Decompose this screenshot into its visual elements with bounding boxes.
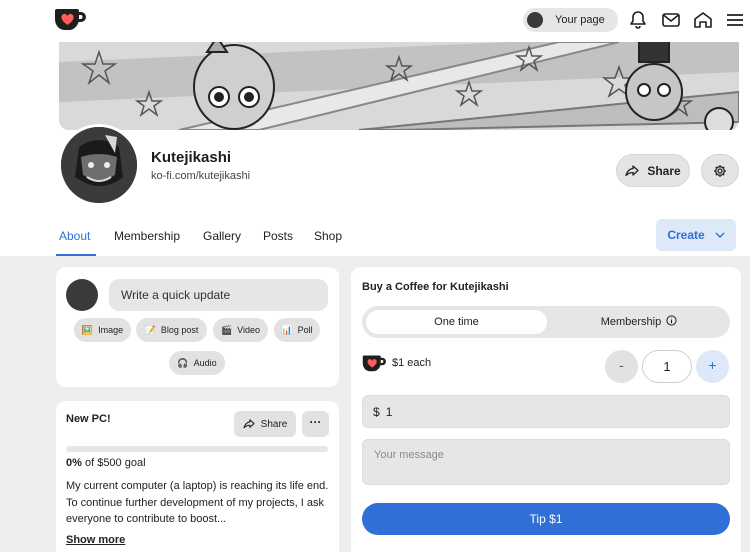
profile-url[interactable]: ko-fi.com/kutejikashi bbox=[151, 170, 250, 182]
chart-icon: 📊 bbox=[281, 324, 293, 335]
quantity-field[interactable]: 1 bbox=[642, 350, 692, 383]
chevron-down-icon bbox=[715, 232, 725, 238]
price-each-label: $1 each bbox=[392, 357, 432, 369]
goal-amount: 0% of $500 goal bbox=[66, 457, 146, 469]
buy-coffee-title: Buy a Coffee for Kutejikashi bbox=[362, 281, 509, 293]
menu-icon[interactable] bbox=[725, 10, 745, 30]
tab-posts[interactable]: Posts bbox=[263, 229, 293, 243]
audio-chip-button[interactable]: 🎧 Audio bbox=[169, 351, 225, 375]
image-chip-button[interactable]: 🖼️ Image bbox=[74, 318, 131, 342]
share-label: Share bbox=[260, 418, 288, 430]
share-icon bbox=[625, 164, 639, 176]
mail-icon[interactable] bbox=[661, 10, 681, 30]
currency-symbol: $ bbox=[373, 405, 380, 419]
coffee-cup-icon bbox=[362, 353, 386, 373]
more-options-button[interactable]: ··· bbox=[302, 411, 329, 437]
message-input[interactable]: Your message bbox=[362, 439, 730, 485]
chip-label: Poll bbox=[297, 325, 313, 335]
profile-name: Kutejikashi bbox=[151, 149, 232, 166]
video-chip-button[interactable]: 🎬 Video bbox=[213, 318, 268, 342]
settings-button[interactable] bbox=[701, 154, 739, 187]
chip-label: Video bbox=[237, 325, 261, 335]
tab-gallery[interactable]: Gallery bbox=[203, 229, 241, 243]
chip-label: Image bbox=[98, 325, 124, 335]
share-label: Share bbox=[647, 163, 681, 178]
amount-input[interactable]: $1 bbox=[362, 395, 730, 428]
share-icon bbox=[243, 419, 255, 429]
home-icon[interactable] bbox=[693, 10, 713, 30]
create-button[interactable]: Create bbox=[656, 219, 736, 251]
show-more-link[interactable]: Show more bbox=[66, 534, 125, 546]
membership-option[interactable]: Membership bbox=[552, 310, 726, 334]
info-icon[interactable] bbox=[666, 315, 677, 326]
your-page-label: Your page bbox=[555, 14, 605, 26]
one-time-option[interactable]: One time bbox=[366, 310, 547, 334]
increment-button[interactable]: + bbox=[696, 350, 729, 383]
tab-shop[interactable]: Shop bbox=[314, 229, 342, 243]
quick-update-input[interactable]: Write a quick update bbox=[109, 279, 328, 311]
create-label: Create bbox=[667, 228, 705, 242]
blog-post-chip-button[interactable]: 📝 Blog post bbox=[136, 318, 207, 342]
your-page-button[interactable]: Your page bbox=[523, 8, 618, 32]
memo-icon: 📝 bbox=[144, 324, 156, 335]
tab-membership[interactable]: Membership bbox=[114, 229, 180, 243]
avatar bbox=[527, 12, 543, 28]
bell-icon[interactable] bbox=[628, 10, 648, 30]
poll-chip-button[interactable]: 📊 Poll bbox=[274, 318, 320, 342]
goal-percent: 0% bbox=[66, 457, 82, 469]
payment-type-toggle: One time Membership bbox=[362, 306, 730, 338]
cover-banner bbox=[59, 42, 739, 130]
goal-title: New PC! bbox=[66, 413, 111, 425]
gear-icon bbox=[714, 164, 726, 177]
image-icon: 🖼️ bbox=[81, 324, 94, 335]
tab-about[interactable]: About bbox=[59, 229, 90, 243]
chip-label: Blog post bbox=[160, 325, 199, 335]
profile-avatar[interactable] bbox=[58, 124, 140, 206]
avatar bbox=[66, 279, 98, 311]
headphones-icon: 🎧 bbox=[177, 357, 189, 368]
goal-text: of $500 goal bbox=[84, 457, 146, 469]
share-button[interactable]: Share bbox=[616, 154, 690, 187]
membership-option-label: Membership bbox=[600, 316, 662, 328]
goal-progress-bar bbox=[66, 446, 328, 452]
amount-value: 1 bbox=[385, 405, 393, 419]
chip-label: Audio bbox=[193, 358, 217, 368]
decrement-button[interactable]: - bbox=[605, 350, 638, 383]
goal-description: My current computer (a laptop) is reachi… bbox=[66, 480, 329, 525]
tip-button[interactable]: Tip $1 bbox=[362, 503, 730, 535]
top-nav: Your page bbox=[0, 0, 750, 40]
goal-share-button[interactable]: Share bbox=[234, 411, 296, 437]
clapper-icon: 🎬 bbox=[220, 324, 233, 335]
kofi-logo-icon[interactable] bbox=[54, 6, 86, 32]
